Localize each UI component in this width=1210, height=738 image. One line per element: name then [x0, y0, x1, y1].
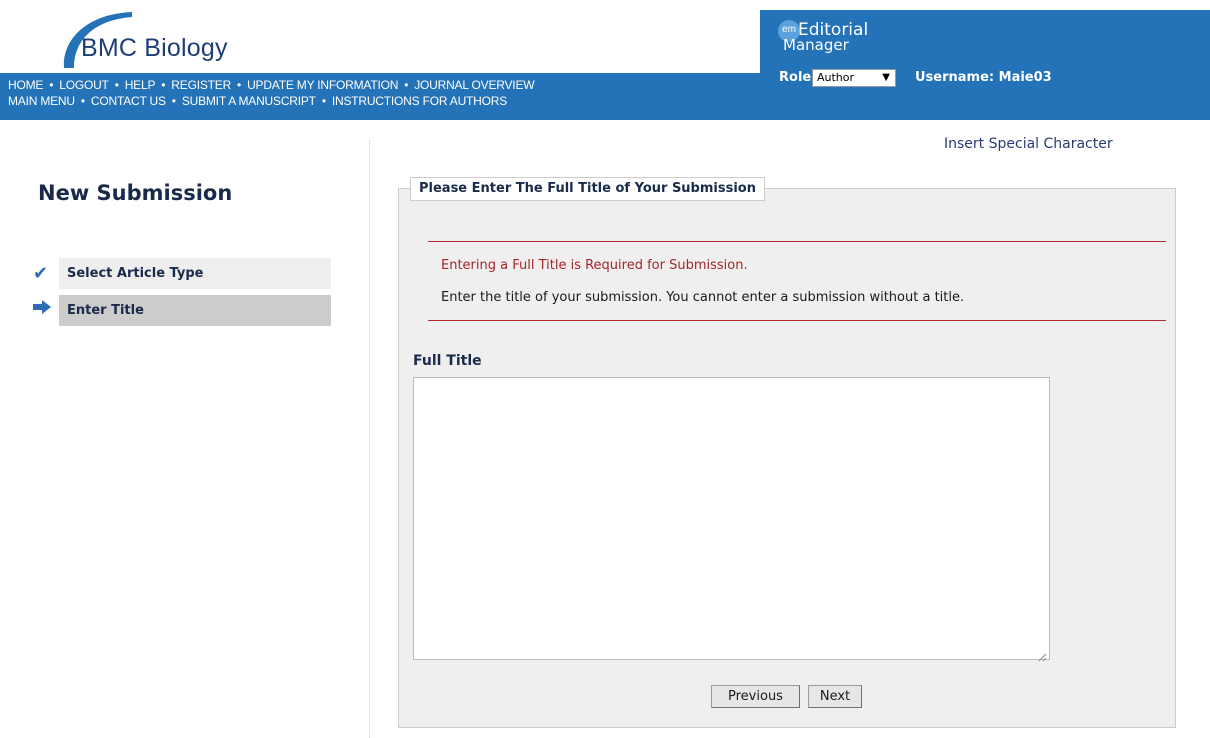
panel-legend: Please Enter The Full Title of Your Subm… [410, 177, 765, 201]
message-divider-bottom [428, 320, 1166, 321]
page-title: New Submission [38, 181, 233, 205]
arrow-right-icon [33, 299, 51, 318]
nav-home-link[interactable]: HOME [8, 78, 43, 92]
checkmark-icon: ✔ [33, 263, 49, 284]
nav-separator: • [321, 94, 326, 108]
nav-journal-overview-link[interactable]: JOURNAL OVERVIEW [414, 78, 534, 92]
nav-separator: • [114, 78, 119, 92]
next-button[interactable]: Next [808, 685, 862, 708]
previous-button[interactable]: Previous [711, 685, 800, 708]
nav-register-link[interactable]: REGISTER [171, 78, 231, 92]
role-select-value: Author [817, 71, 855, 84]
nav-instructions-link[interactable]: INSTRUCTIONS FOR AUTHORS [332, 94, 507, 108]
journal-name: BMC Biology [81, 34, 228, 62]
nav-separator: • [171, 94, 176, 108]
nav-separator: • [49, 78, 54, 92]
nav-separator: • [237, 78, 242, 92]
nav-separator: • [404, 78, 409, 92]
full-title-label: Full Title [413, 353, 482, 369]
nav-row-2: MAIN MENU • CONTACT US • SUBMIT A MANUSCRIPT… [8, 94, 507, 108]
role-select[interactable]: Author ▼ [812, 69, 896, 87]
column-divider [369, 140, 370, 738]
nav-submit-manuscript-link[interactable]: SUBMIT A MANUSCRIPT [182, 94, 316, 108]
error-message: Entering a Full Title is Required for Su… [441, 258, 748, 273]
info-message: Enter the title of your submission. You … [441, 290, 965, 305]
role-label: Role: [779, 70, 817, 85]
nav-help-link[interactable]: HELP [125, 78, 156, 92]
journal-logo[interactable]: BMC Biology [56, 10, 256, 70]
dropdown-arrow-icon: ▼ [882, 72, 890, 83]
insert-special-character-link[interactable]: Insert Special Character [944, 136, 1113, 152]
step-select-article-type[interactable]: Select Article Type [59, 258, 331, 289]
step-enter-title[interactable]: Enter Title [59, 295, 331, 326]
editorial-manager-logo-line2: Manager [783, 36, 849, 54]
nav-logout-link[interactable]: LOGOUT [59, 78, 109, 92]
username-display: Username: Maie03 [915, 70, 1052, 85]
nav-main-menu-link[interactable]: MAIN MENU [8, 94, 75, 108]
nav-row-1: HOME • LOGOUT • HELP • REGISTER • UPDATE MY INFO… [8, 78, 535, 92]
full-title-textarea[interactable] [413, 377, 1050, 660]
nav-separator: • [161, 78, 166, 92]
nav-contact-us-link[interactable]: CONTACT US [91, 94, 166, 108]
message-divider-top [428, 241, 1166, 242]
nav-separator: • [80, 94, 85, 108]
resize-grip-icon[interactable] [1037, 647, 1208, 736]
nav-update-info-link[interactable]: UPDATE MY INFORMATION [247, 78, 398, 92]
